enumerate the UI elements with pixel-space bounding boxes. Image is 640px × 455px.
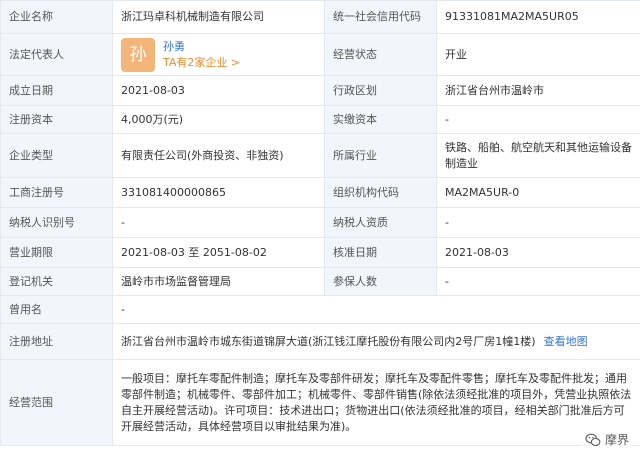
former-name-label: 曾用名	[0, 295, 113, 324]
insured-value: -	[436, 267, 640, 296]
row-reg-no: 工商注册号 331081400000865 组织机构代码 MA2MA5UR-0	[0, 177, 640, 208]
company-name-value: 浙江玛卓科机械制造有限公司	[112, 0, 325, 34]
company-info-table: 企业名称 浙江玛卓科机械制造有限公司 统一社会信用代码 91331081MA2M…	[0, 0, 640, 446]
status-label: 经营状态	[324, 33, 437, 76]
reg-authority-label: 登记机关	[0, 267, 113, 296]
former-name-value: -	[112, 295, 640, 324]
insured-label: 参保人数	[324, 267, 437, 296]
address-value: 浙江省台州市温岭市城东街道锦屏大道(浙江钱江摩托股份有限公司内2号厂房1幢1楼)	[121, 334, 536, 348]
founded-value: 2021-08-03	[112, 75, 325, 106]
scope-value: 一般项目：摩托车零配件制造；摩托车及零部件研发；摩托车及零配件零售；摩托车及零配…	[112, 359, 640, 446]
paid-capital-label: 实缴资本	[324, 105, 437, 134]
reg-no-label: 工商注册号	[0, 177, 113, 208]
row-capital: 注册资本 4,000万(元) 实缴资本 -	[0, 105, 640, 134]
approval-date-value: 2021-08-03	[436, 237, 640, 268]
reg-capital-label: 注册资本	[0, 105, 113, 134]
row-biz-term: 营业期限 2021-08-03 至 2051-08-02 核准日期 2021-0…	[0, 237, 640, 268]
taxpayer-id-value: -	[112, 207, 325, 238]
row-company-name: 企业名称 浙江玛卓科机械制造有限公司 统一社会信用代码 91331081MA2M…	[0, 0, 640, 34]
credit-code-label: 统一社会信用代码	[324, 0, 437, 34]
company-type-label: 企业类型	[0, 133, 113, 178]
legal-rep-label: 法定代表人	[0, 33, 113, 76]
region-label: 行政区划	[324, 75, 437, 106]
row-authority: 登记机关 温岭市市场监督管理局 参保人数 -	[0, 267, 640, 296]
region-value: 浙江省台州市温岭市	[436, 75, 640, 106]
watermark: 摩界	[581, 430, 632, 449]
row-founded: 成立日期 2021-08-03 行政区划 浙江省台州市温岭市	[0, 75, 640, 106]
address-label: 注册地址	[0, 323, 113, 360]
reg-no-value: 331081400000865	[112, 177, 325, 208]
reg-authority-value: 温岭市市场监督管理局	[112, 267, 325, 296]
company-type-value: 有限责任公司(外商投资、非独资)	[112, 133, 325, 178]
avatar: 孙	[121, 37, 155, 72]
approval-date-label: 核准日期	[324, 237, 437, 268]
biz-term-label: 营业期限	[0, 237, 113, 268]
taxpayer-qual-value: -	[436, 207, 640, 238]
watermark-text: 摩界	[604, 433, 629, 447]
view-map-link[interactable]: 查看地图	[544, 335, 588, 348]
org-code-value: MA2MA5UR-0	[436, 177, 640, 208]
industry-label: 所属行业	[324, 133, 437, 178]
row-legal-rep: 法定代表人 孙 孙勇 TA有2家企业 > 经营状态 开业	[0, 33, 640, 76]
row-former-name: 曾用名 -	[0, 295, 640, 324]
industry-value: 铁路、船舶、航空航天和其他运输设备制造业	[436, 133, 640, 178]
legal-rep-value: 孙 孙勇 TA有2家企业 >	[112, 33, 325, 76]
row-scope: 经营范围 一般项目：摩托车零配件制造；摩托车及零部件研发；摩托车及零配件零售；摩…	[0, 359, 640, 446]
company-name-label: 企业名称	[0, 0, 113, 34]
taxpayer-qual-label: 纳税人资质	[324, 207, 437, 238]
biz-term-value: 2021-08-03 至 2051-08-02	[112, 237, 325, 268]
scope-label: 经营范围	[0, 359, 113, 446]
org-code-label: 组织机构代码	[324, 177, 437, 208]
wechat-icon	[585, 433, 601, 446]
row-company-type: 企业类型 有限责任公司(外商投资、非独资) 所属行业 铁路、船舶、航空航天和其他…	[0, 133, 640, 178]
row-taxpayer: 纳税人识别号 - 纳税人资质 -	[0, 207, 640, 238]
credit-code-value: 91331081MA2MA5UR05	[436, 0, 640, 34]
row-address: 注册地址 浙江省台州市温岭市城东街道锦屏大道(浙江钱江摩托股份有限公司内2号厂房…	[0, 323, 640, 360]
founded-label: 成立日期	[0, 75, 113, 106]
paid-capital-value: -	[436, 105, 640, 134]
legal-rep-name-link[interactable]: 孙勇	[163, 39, 240, 55]
address-value-cell: 浙江省台州市温岭市城东街道锦屏大道(浙江钱江摩托股份有限公司内2号厂房1幢1楼)…	[112, 323, 640, 360]
taxpayer-id-label: 纳税人识别号	[0, 207, 113, 238]
status-value: 开业	[436, 33, 640, 76]
reg-capital-value: 4,000万(元)	[112, 105, 325, 134]
legal-rep-companies-link[interactable]: TA有2家企业 >	[163, 55, 240, 71]
